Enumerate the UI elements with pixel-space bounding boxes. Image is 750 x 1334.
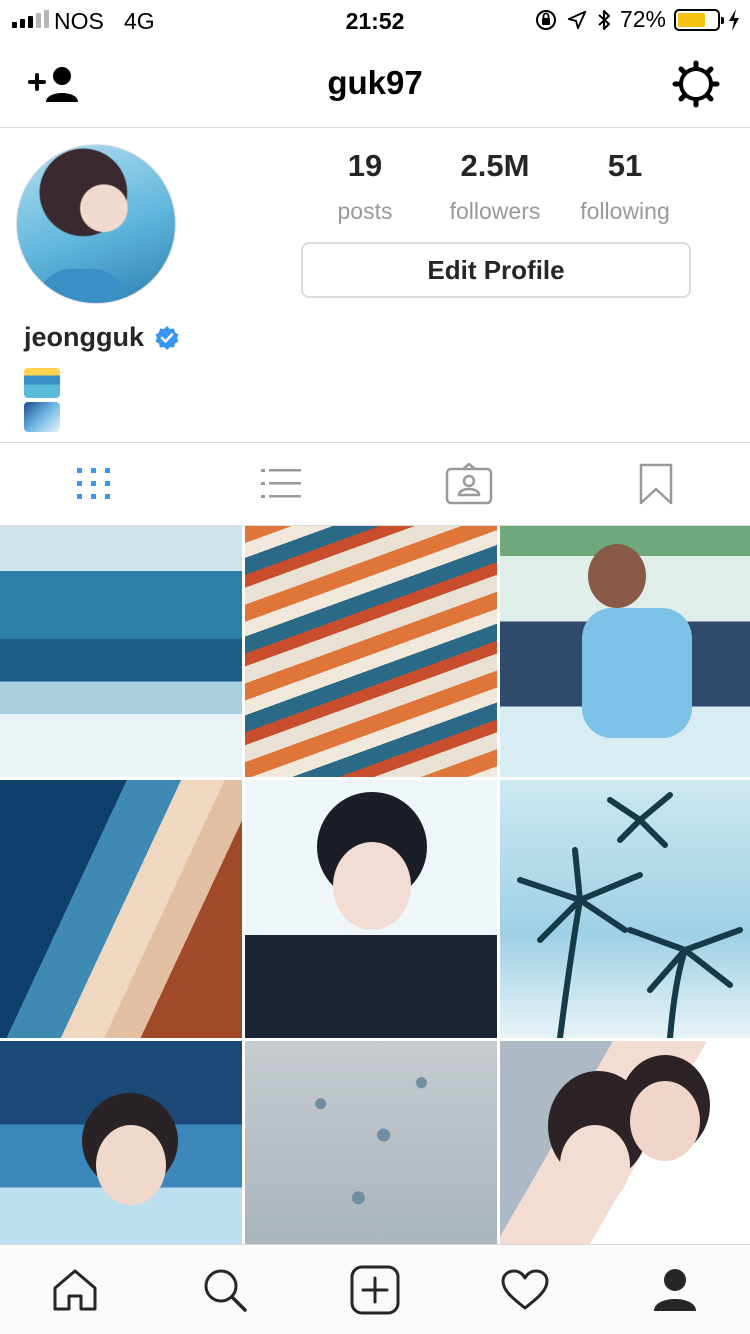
tab-profile[interactable] bbox=[600, 1245, 750, 1334]
tab-list[interactable] bbox=[188, 443, 376, 525]
stat-label: following bbox=[580, 198, 670, 224]
home-icon bbox=[53, 1269, 97, 1310]
settings-gear-icon[interactable] bbox=[672, 60, 720, 108]
tab-tagged[interactable] bbox=[375, 443, 563, 525]
profile-icon bbox=[654, 1268, 696, 1311]
nav-bar: guk97 bbox=[0, 40, 750, 128]
stat-value: 51 bbox=[607, 148, 643, 183]
photo-grid bbox=[0, 526, 750, 1244]
display-name-row: jeongguk bbox=[24, 322, 180, 353]
new-post-icon bbox=[350, 1265, 400, 1314]
avatar-shirt bbox=[37, 269, 127, 303]
charging-bolt-icon bbox=[729, 8, 739, 31]
stat-following[interactable]: 51 following bbox=[560, 148, 690, 225]
photo-subject bbox=[560, 1125, 630, 1205]
battery-fill bbox=[678, 12, 706, 27]
activity-heart-icon bbox=[501, 1269, 549, 1309]
bottom-tab-bar bbox=[0, 1244, 750, 1334]
photo-subject bbox=[582, 608, 692, 738]
rotation-lock-icon bbox=[535, 9, 556, 30]
status-bar: NOS 4G 21:52 72% bbox=[0, 0, 750, 40]
tab-grid[interactable] bbox=[0, 443, 188, 525]
tagged-photos-icon bbox=[445, 463, 492, 505]
grid-photo-raising-hand[interactable] bbox=[0, 1041, 242, 1244]
photo-subject bbox=[333, 842, 411, 930]
grid-view-icon bbox=[76, 468, 110, 499]
grid-photo-selfie[interactable] bbox=[500, 1041, 750, 1244]
saved-bookmark-icon bbox=[640, 463, 673, 505]
tab-activity[interactable] bbox=[450, 1245, 600, 1334]
surfer-emoji bbox=[24, 368, 60, 398]
photo-subject bbox=[630, 1081, 700, 1161]
stat-value: 2.5M bbox=[460, 148, 530, 183]
battery-percent: 72% bbox=[619, 6, 666, 32]
profile-username-title: guk97 bbox=[327, 64, 423, 101]
tab-new-post[interactable] bbox=[300, 1245, 450, 1334]
grid-photo-beach-chair[interactable] bbox=[500, 526, 750, 777]
display-name: jeongguk bbox=[24, 322, 144, 352]
tab-saved[interactable] bbox=[563, 443, 750, 525]
tab-home[interactable] bbox=[0, 1245, 150, 1334]
stat-posts[interactable]: 19 posts bbox=[300, 148, 430, 225]
grid-photo-surfer-wave[interactable] bbox=[0, 526, 242, 777]
profile-view-tabs bbox=[0, 442, 750, 526]
grid-photo-palm-trees[interactable] bbox=[500, 780, 750, 1038]
battery-icon bbox=[674, 8, 724, 31]
bluetooth-icon bbox=[598, 9, 610, 30]
grid-photo-coastline[interactable] bbox=[0, 780, 242, 1038]
grid-photo-surfboards[interactable] bbox=[245, 526, 497, 777]
grid-photo-suit[interactable] bbox=[245, 780, 497, 1038]
stat-label: followers bbox=[449, 198, 541, 224]
verified-badge-icon bbox=[155, 325, 179, 350]
profile-stats: 19 posts 2.5M followers 51 following bbox=[300, 148, 690, 225]
water-wave-emoji bbox=[24, 402, 60, 432]
stat-value: 19 bbox=[347, 148, 383, 183]
status-right-group: 72% bbox=[534, 6, 740, 33]
stat-label: posts bbox=[337, 198, 393, 224]
photo-subject bbox=[588, 544, 646, 608]
palm-silhouettes bbox=[517, 792, 743, 1038]
profile-avatar[interactable] bbox=[16, 144, 176, 304]
grid-photo-turtles[interactable] bbox=[245, 1041, 497, 1244]
stat-followers[interactable]: 2.5M followers bbox=[430, 148, 560, 225]
search-icon bbox=[204, 1269, 247, 1312]
location-arrow-icon bbox=[567, 10, 587, 29]
list-view-icon bbox=[261, 469, 302, 498]
tab-search[interactable] bbox=[150, 1245, 300, 1334]
photo-subject bbox=[96, 1125, 166, 1205]
edit-profile-button[interactable]: Edit Profile bbox=[301, 242, 691, 298]
